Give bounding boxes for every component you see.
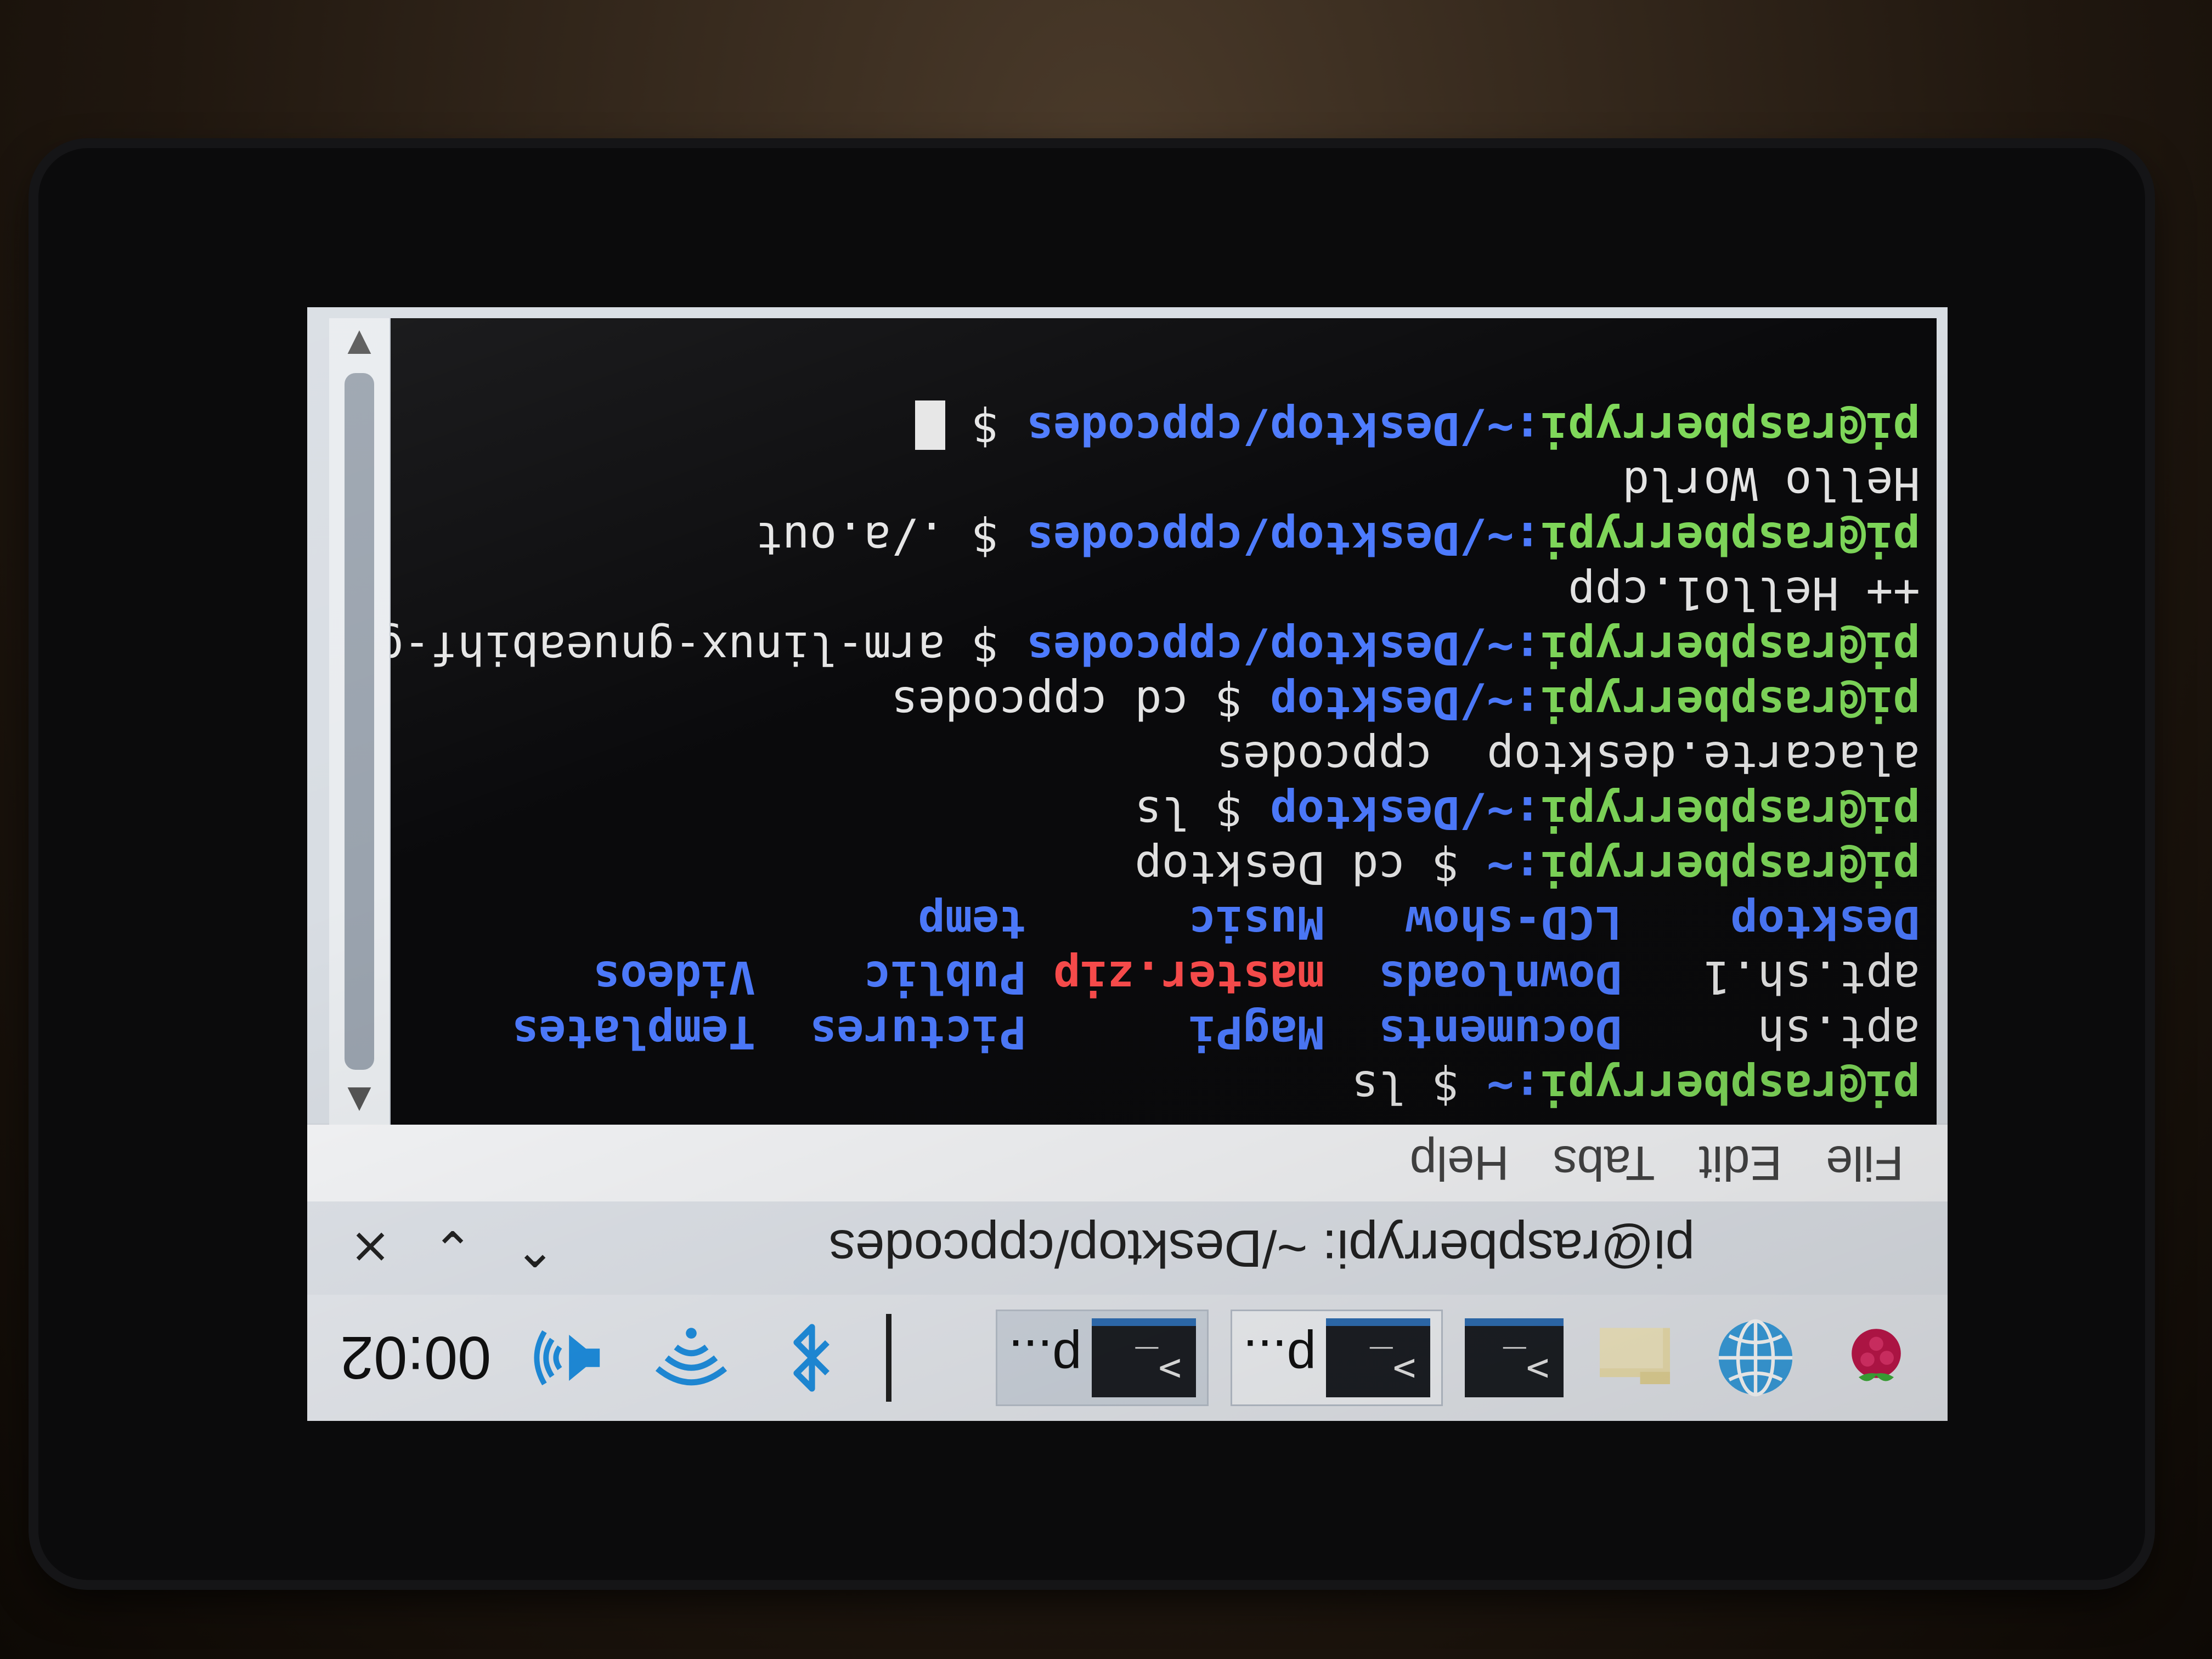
terminal-output[interactable]: pi@raspberrypi:~ $ ls apt.sh Documents Ma… — [376, 318, 1937, 1125]
text-cursor — [915, 400, 945, 450]
terminal-icon — [1465, 1318, 1564, 1397]
command-text: $ — [945, 402, 1026, 454]
command-text: $ ./a.out — [755, 512, 1026, 564]
listing-entry: MagPi — [1026, 1006, 1324, 1058]
maximize-button[interactable]: ⌃ — [494, 1207, 576, 1289]
web-browser-icon[interactable] — [1706, 1308, 1805, 1407]
terminal-line: apt.sh Documents MagPi Pictures Template… — [390, 1004, 1920, 1059]
prompt-path: :~/Desktop/cppcodes — [1026, 402, 1541, 454]
system-tray: 00:02 — [307, 1295, 892, 1421]
terminal-line: apt.sh.1 Downloads master.zip Public Vid… — [390, 949, 1920, 1004]
prompt-path: :~/Desktop — [1270, 786, 1541, 838]
terminal-icon — [1326, 1318, 1430, 1397]
terminal-icon — [1091, 1318, 1196, 1397]
prompt-path: :~/Desktop/cppcodes — [1026, 622, 1541, 674]
menu-edit[interactable]: Edit — [1699, 1135, 1782, 1191]
scrollbar[interactable]: ▲ ▼ — [329, 318, 391, 1125]
output-text: Hello World — [1622, 457, 1920, 509]
prompt-user: pi@raspberrypi — [1541, 622, 1920, 674]
terminal-line: Hello World — [390, 455, 1920, 510]
listing-entry: Downloads — [1324, 951, 1622, 1003]
screen: p... p... 00:02 pi@ras — [307, 307, 1948, 1421]
taskbar-window-1[interactable]: p... — [1230, 1310, 1443, 1406]
menu-help[interactable]: Help — [1410, 1135, 1509, 1191]
prompt-user: pi@raspberrypi — [1541, 1060, 1920, 1113]
prompt-user: pi@raspberrypi — [1541, 676, 1920, 729]
listing-entry: Documents — [1324, 1006, 1622, 1058]
command-text: $ cd cppcodes — [891, 676, 1271, 729]
prompt-user: pi@raspberrypi — [1541, 786, 1920, 838]
prompt-path: :~ — [1487, 1060, 1541, 1113]
scroll-down-arrow-icon[interactable]: ▼ — [340, 324, 379, 362]
wifi-icon[interactable] — [650, 1317, 732, 1399]
terminal-line: pi@raspberrypi:~ $ cd Desktop — [390, 839, 1920, 894]
terminal-line: pi@raspberrypi:~/Desktop/cppcodes $ ./a.… — [390, 510, 1920, 565]
volume-icon[interactable] — [529, 1317, 612, 1399]
file-manager-icon[interactable] — [1585, 1308, 1684, 1407]
window-title: pi@raspberrypi: ~/Desktop/cppcodes — [828, 1219, 1695, 1278]
listing-entry: Pictures — [755, 1006, 1026, 1058]
listing-entry: LCD-show — [1324, 896, 1622, 948]
prompt-path: :~/Desktop/cppcodes — [1026, 512, 1541, 564]
listing-entry: apt.sh.1 — [1622, 951, 1920, 1003]
taskbar-window-label: p... — [1243, 1329, 1316, 1387]
menu-file[interactable]: File — [1826, 1135, 1904, 1191]
taskbar: p... p... 00:02 — [307, 1293, 1948, 1421]
listing-entry: Music — [1026, 896, 1324, 948]
listing-entry: Videos — [592, 951, 756, 1003]
terminal-line: Desktop LCD-show Music temp — [390, 894, 1920, 949]
command-text: $ ls — [1135, 786, 1271, 838]
scroll-up-arrow-icon[interactable]: ▲ — [340, 1081, 379, 1119]
bluetooth-icon[interactable] — [771, 1317, 853, 1399]
scrollbar-thumb[interactable] — [345, 373, 374, 1070]
command-text: $ ls — [1351, 1060, 1487, 1113]
output-text: alacarte.desktop cppcodes — [1216, 731, 1920, 783]
prompt-path: :~/Desktop — [1270, 676, 1541, 729]
minimize-button[interactable]: ⌄ — [411, 1207, 494, 1289]
terminal-line: alacarte.desktop cppcodes — [390, 730, 1920, 785]
listing-entry: Desktop — [1622, 896, 1920, 948]
output-text: ++ Hello1.cpp — [1568, 567, 1920, 619]
listing-entry: apt.sh — [1622, 1006, 1920, 1058]
prompt-user: pi@raspberrypi — [1541, 402, 1920, 454]
taskbar-window-2[interactable]: p... — [996, 1310, 1209, 1406]
window-titlebar[interactable]: pi@raspberrypi: ~/Desktop/cppcodes ⌃ ⌄ × — [307, 1201, 1948, 1295]
listing-entry: master.zip — [1026, 951, 1324, 1003]
terminal-line: pi@raspberrypi:~/Desktop/cppcodes $ — [390, 400, 1920, 455]
taskbar-window-label: p... — [1008, 1329, 1082, 1387]
window-controls: ⌃ ⌄ × — [329, 1207, 576, 1289]
clock[interactable]: 00:02 — [340, 1323, 491, 1393]
terminal-line: pi@raspberrypi:~/Desktop $ ls — [390, 785, 1920, 839]
raspberry-menu-icon[interactable] — [1827, 1308, 1926, 1407]
prompt-user: pi@raspberrypi — [1541, 512, 1920, 564]
listing-entry: Public — [755, 951, 1026, 1003]
menu-tabs[interactable]: Tabs — [1553, 1135, 1655, 1191]
prompt-user: pi@raspberrypi — [1541, 841, 1920, 893]
listing-entry: temp — [918, 896, 1026, 948]
command-text: $ arm-linux-gnueabihf-g — [376, 622, 1026, 674]
prompt-path: :~ — [1487, 841, 1541, 893]
command-text: $ cd Desktop — [1135, 841, 1487, 893]
terminal-line: pi@raspberrypi:~/Desktop/cppcodes $ arm-… — [376, 620, 1920, 675]
taskbar-separator — [886, 1314, 892, 1402]
listing-entry: Templates — [511, 1006, 756, 1058]
desktop: p... p... 00:02 pi@ras — [307, 307, 1948, 1421]
terminal-launcher-icon[interactable] — [1465, 1308, 1564, 1407]
terminal-line: pi@raspberrypi:~ $ ls — [390, 1059, 1920, 1114]
menubar: File Edit Tabs Help — [307, 1124, 1948, 1201]
close-button[interactable]: × — [329, 1207, 411, 1289]
terminal-line: ++ Hello1.cpp — [390, 565, 1920, 620]
terminal-line: pi@raspberrypi:~/Desktop $ cd cppcodes — [390, 675, 1920, 730]
